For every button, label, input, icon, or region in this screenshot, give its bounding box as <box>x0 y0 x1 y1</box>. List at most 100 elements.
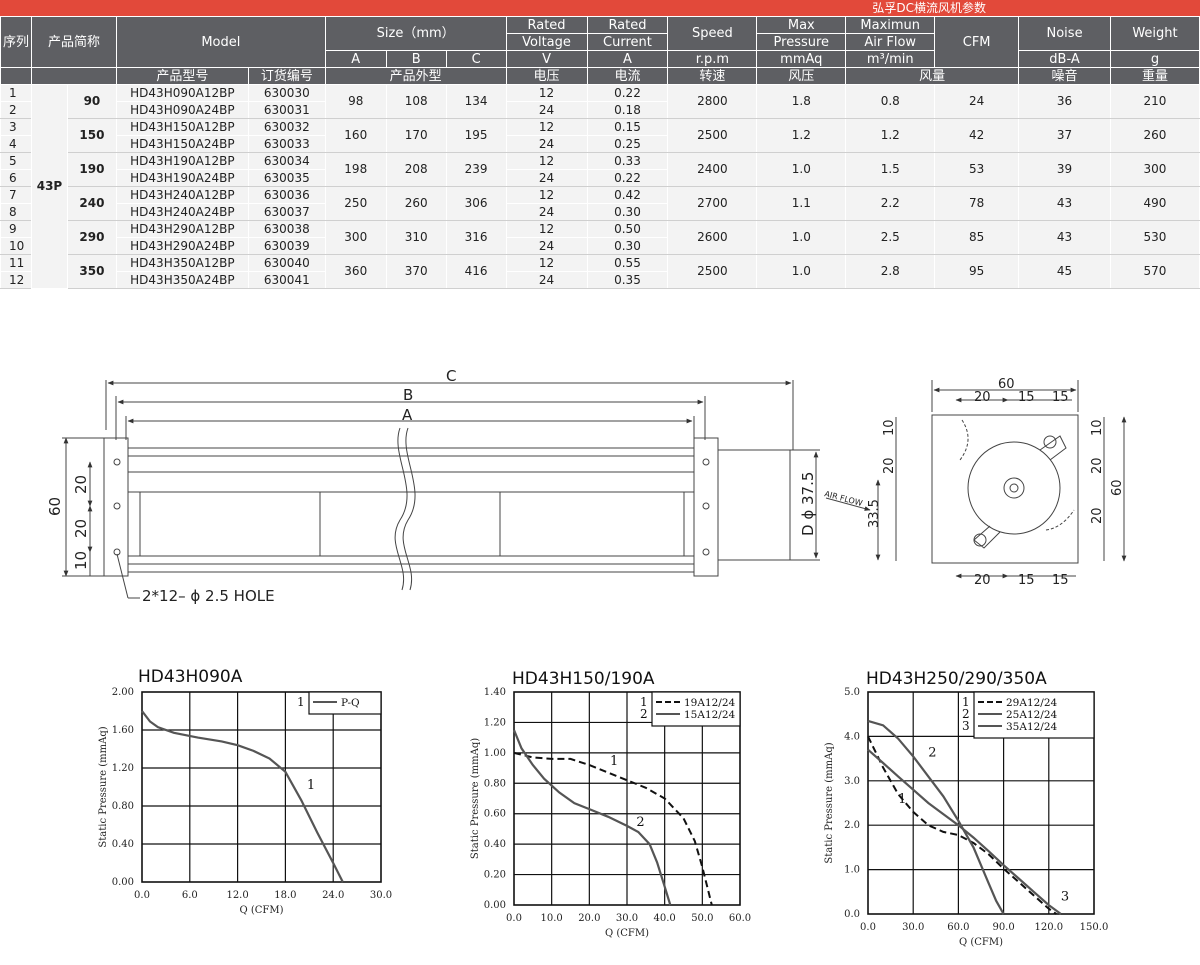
order-cell: 630036 <box>247 186 326 204</box>
header-noise: Noise <box>1018 16 1111 51</box>
legend-name: 19A12/24 <box>684 697 736 709</box>
curve-label: 1 <box>610 754 618 769</box>
side-left-335: 33.5 <box>867 499 882 528</box>
table-row: 3 150 HD43H150A12BP 630032 160 170 195 12 0.15 25… <box>0 118 1200 153</box>
header-cn-model: 产品型号 <box>115 67 249 85</box>
side-right-20b: 20 <box>1090 507 1105 524</box>
airflow-cell: 2.2 <box>845 186 936 221</box>
size-b-cell: 310 <box>385 220 447 255</box>
x-axis-label: Q (CFM) <box>959 937 1003 948</box>
current-cell: 0.35 <box>586 271 669 289</box>
x-tick-label: 50.0 <box>691 913 713 924</box>
x-tick-label: 6.0 <box>182 890 198 901</box>
x-tick-label: 12.0 <box>226 890 248 901</box>
dim-20-upper: 20 <box>72 475 90 494</box>
seq-cell: 11 <box>0 254 32 272</box>
noise-cell: 45 <box>1018 254 1111 289</box>
seq-cell: 2 <box>0 101 32 119</box>
motor-diameter: D ϕ 37.5 <box>799 472 817 536</box>
side-view <box>825 380 1127 579</box>
side-top-15b: 15 <box>1052 390 1069 405</box>
cfm-cell: 95 <box>934 254 1020 289</box>
curve-label: 2 <box>928 745 936 760</box>
x-tick-label: 120.0 <box>1034 922 1063 933</box>
size-c-cell: 134 <box>445 84 507 119</box>
y-tick-label: 2.00 <box>112 687 134 698</box>
header-size: Size（mm） <box>324 16 507 51</box>
size-b-cell: 260 <box>385 186 447 221</box>
header-cn-pressure: 风压 <box>756 67 847 85</box>
y-tick-label: 0.00 <box>484 900 506 911</box>
voltage-cell: 12 <box>505 84 588 102</box>
table-row: 1 43P 90 HD43H090A12BP 630030 98 108 134 12 0.22 2… <box>0 84 1200 289</box>
front-view <box>62 380 820 599</box>
short-name-cell: 190 <box>66 152 117 187</box>
order-cell: 630038 <box>247 220 326 238</box>
header-size-c: C <box>445 50 507 68</box>
y-tick-label: 1.0 <box>844 865 860 876</box>
y-axis-label: Static Pressure (mmAq) <box>824 742 835 863</box>
dim-60: 60 <box>46 497 64 516</box>
noise-cell: 36 <box>1018 84 1111 119</box>
x-tick-label: 30.0 <box>902 922 924 933</box>
y-tick-label: 0.40 <box>484 839 506 850</box>
x-tick-label: 30.0 <box>616 913 638 924</box>
size-a-cell: 98 <box>324 84 387 119</box>
y-axis-label: Static Pressure (mmAq) <box>470 738 481 859</box>
header-current-1: Rated <box>586 16 669 34</box>
unit-m3: m³/min <box>845 50 936 68</box>
side-bot-20: 20 <box>974 573 991 588</box>
airflow-cell: 2.8 <box>845 254 936 289</box>
weight-cell: 570 <box>1109 254 1200 289</box>
unit-g: g <box>1109 50 1200 68</box>
pressure-cell: 1.0 <box>756 220 847 255</box>
size-c-cell: 239 <box>445 152 507 187</box>
size-b-cell: 170 <box>385 118 447 153</box>
unit-v: V <box>505 50 588 68</box>
order-cell: 630035 <box>247 169 326 187</box>
header-weight: Weight <box>1109 16 1200 51</box>
noise-cell: 43 <box>1018 186 1111 221</box>
table-row: 9 290 HD43H290A12BP 630038 300 310 316 12 0.50 26… <box>0 220 1200 255</box>
x-tick-label: 60.0 <box>729 913 751 924</box>
size-b-cell: 208 <box>385 152 447 187</box>
chart-hd43h150-190a: HD43H150/190A 0.0 10.0 20.0 30.0 40.0 50.0 60.0… <box>470 669 751 939</box>
order-cell: 630031 <box>247 101 326 119</box>
dim-a: A <box>402 406 413 424</box>
current-cell: 0.25 <box>586 135 669 153</box>
speed-cell: 2500 <box>667 118 758 153</box>
order-cell: 630032 <box>247 118 326 136</box>
model-cell: HD43H090A12BP <box>115 84 249 102</box>
x-tick-label: 0.0 <box>506 913 522 924</box>
unit-dba: dB-A <box>1018 50 1111 68</box>
curve-label: 1 <box>898 792 906 807</box>
chart-title: HD43H150/190A <box>512 669 655 689</box>
curve-label: 3 <box>1061 890 1069 905</box>
airflow-cell: 1.5 <box>845 152 936 187</box>
header-current-2: Current <box>586 33 669 51</box>
dim-20-lower: 20 <box>72 519 90 538</box>
legend-number: 2 <box>640 707 648 721</box>
speed-cell: 2700 <box>667 186 758 221</box>
dim-b: B <box>403 386 413 404</box>
header-cfm: CFM <box>934 16 1020 68</box>
x-tick-label: 40.0 <box>654 913 676 924</box>
voltage-cell: 12 <box>505 186 588 204</box>
current-cell: 0.33 <box>586 152 669 170</box>
order-cell: 630039 <box>247 237 326 255</box>
series-line-1 <box>141 710 344 883</box>
header-seq: 序列 <box>0 16 32 68</box>
header-size-b: B <box>385 50 447 68</box>
seq-cell: 4 <box>0 135 32 153</box>
pressure-cell: 1.1 <box>756 186 847 221</box>
size-a-cell: 160 <box>324 118 387 153</box>
size-b-cell: 108 <box>385 84 447 119</box>
current-cell: 0.55 <box>586 254 669 272</box>
side-top-20: 20 <box>974 390 991 405</box>
speed-cell: 2600 <box>667 220 758 255</box>
voltage-cell: 12 <box>505 220 588 238</box>
title-bar: 弘孚DC横流风机参数 <box>0 0 1200 16</box>
header-cn-size: 产品外型 <box>324 67 507 85</box>
dimension-drawing: C B A 60 20 20 10 D ϕ 37.5 2*12– ϕ 2.5 H… <box>46 367 1127 605</box>
header-pressure-2: Pressure <box>756 33 847 51</box>
